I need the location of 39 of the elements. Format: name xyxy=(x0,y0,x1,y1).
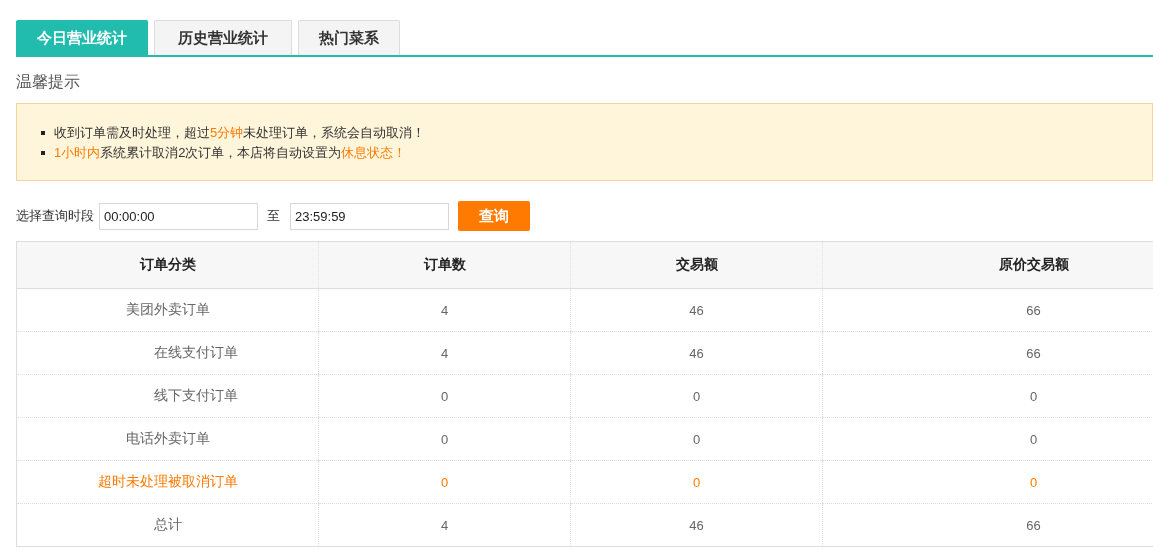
bullet-icon xyxy=(41,131,45,135)
table-cell: 0 xyxy=(822,460,1153,504)
table-cell: 0 xyxy=(822,417,1153,461)
end-time-field[interactable]: 23:59:59 xyxy=(290,202,449,230)
start-time-field[interactable]: 00:00:00 xyxy=(99,202,258,230)
table-cell: 66 xyxy=(822,503,1153,547)
table-cell: 0 xyxy=(570,374,823,418)
table-cell: 46 xyxy=(570,331,823,375)
table-cell: 在线支付订单 xyxy=(16,331,319,375)
table-cell: 0 xyxy=(570,460,823,504)
table-cell: 46 xyxy=(570,288,823,332)
table-cell: 0 xyxy=(822,374,1153,418)
column-header: 交易额 xyxy=(570,241,823,289)
separator-label: 至 xyxy=(267,207,280,225)
notice-text: 收到订单需及时处理，超过5分钟未处理订单，系统会自动取消！ xyxy=(54,124,426,142)
table-cell: 0 xyxy=(318,374,571,418)
table-cell: 0 xyxy=(318,417,571,461)
table-cell: 美团外卖订单 xyxy=(16,288,319,332)
column-header: 订单分类 xyxy=(16,241,319,289)
table-cell: 4 xyxy=(318,331,571,375)
table-cell: 超时未处理被取消订单 xyxy=(16,460,319,504)
tab[interactable]: 热门菜系 xyxy=(298,20,400,55)
field-label: 选择查询时段 xyxy=(16,207,94,225)
table-cell: 线下支付订单 xyxy=(16,374,319,418)
table-cell: 4 xyxy=(318,503,571,547)
table-cell: 0 xyxy=(570,417,823,461)
table-cell: 46 xyxy=(570,503,823,547)
table-cell: 电话外卖订单 xyxy=(16,417,319,461)
table-cell: 4 xyxy=(318,288,571,332)
table-cell: 66 xyxy=(822,331,1153,375)
column-header: 订单数 xyxy=(318,241,571,289)
bullet-icon xyxy=(41,151,45,155)
notice-text: 1小时内系统累计取消2次订单，本店将自动设置为休息状态！ xyxy=(54,144,407,162)
section-title: 温馨提示 xyxy=(16,72,81,92)
table-cell: 0 xyxy=(318,460,571,504)
tab[interactable]: 历史营业统计 xyxy=(154,20,292,55)
table-cell: 66 xyxy=(822,288,1153,332)
table-cell: 总计 xyxy=(16,503,319,547)
column-header: 原价交易额 xyxy=(822,241,1153,289)
